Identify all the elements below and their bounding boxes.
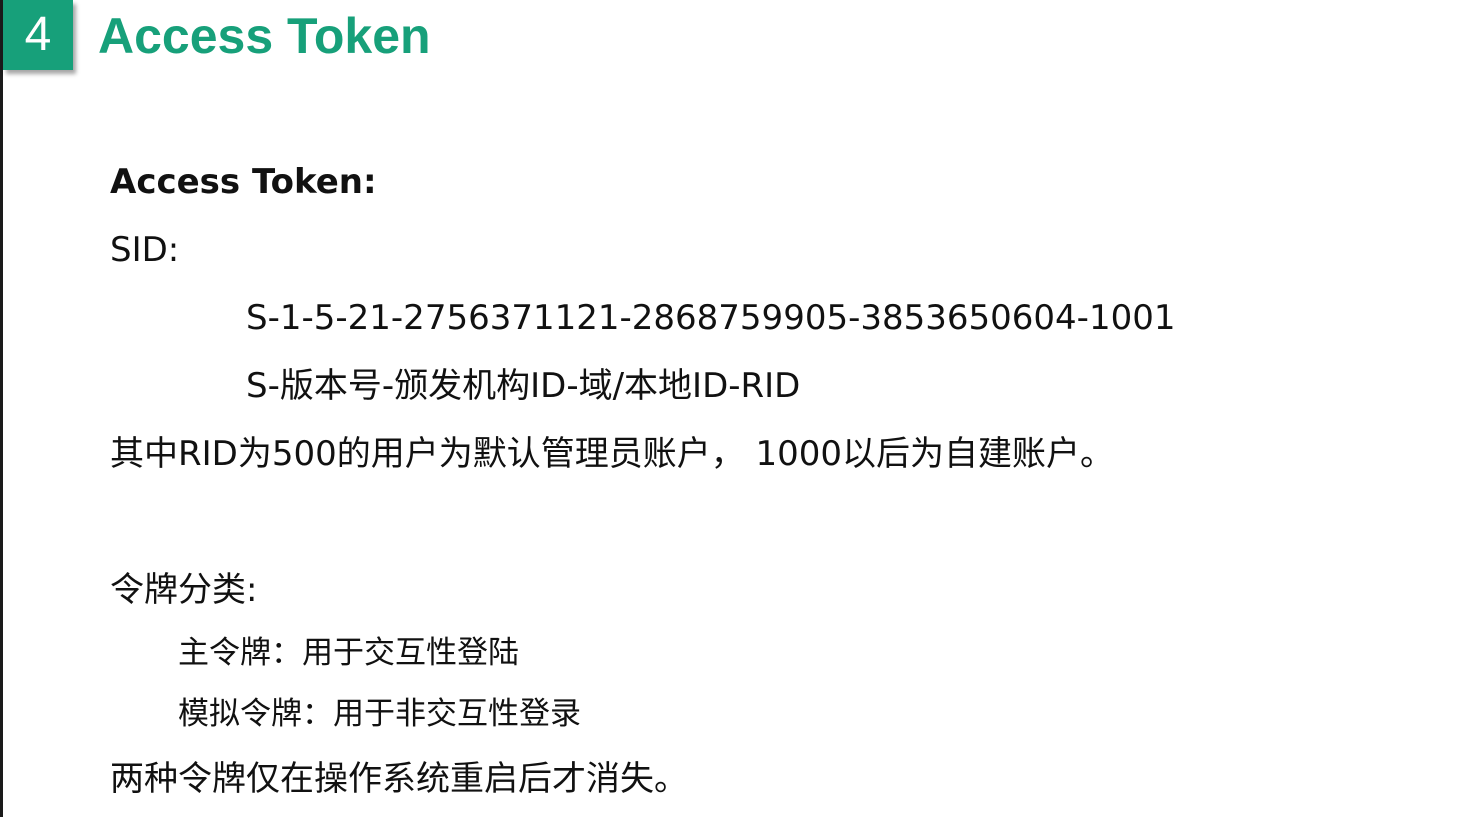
section-heading: Access Token: xyxy=(110,162,377,202)
section-number-badge: 4 xyxy=(3,0,73,70)
rid-note: 其中RID为500的用户为默认管理员账户， 1000以后为自建账户。 xyxy=(110,434,1115,474)
sid-example: S-1-5-21-2756371121-2868759905-385365060… xyxy=(246,298,1176,338)
left-edge-border xyxy=(0,0,3,817)
sid-format: S-版本号-颁发机构ID-域/本地ID-RID xyxy=(246,366,801,406)
impersonation-token-item: 模拟令牌：用于非交互性登录 xyxy=(178,696,581,732)
closing-note: 两种令牌仅在操作系统重启后才消失。 xyxy=(110,759,688,799)
sid-label: SID: xyxy=(110,230,180,270)
token-types-label: 令牌分类: xyxy=(110,570,258,610)
primary-token-item: 主令牌：用于交互性登陆 xyxy=(178,635,519,671)
slide-title: Access Token xyxy=(98,8,431,64)
